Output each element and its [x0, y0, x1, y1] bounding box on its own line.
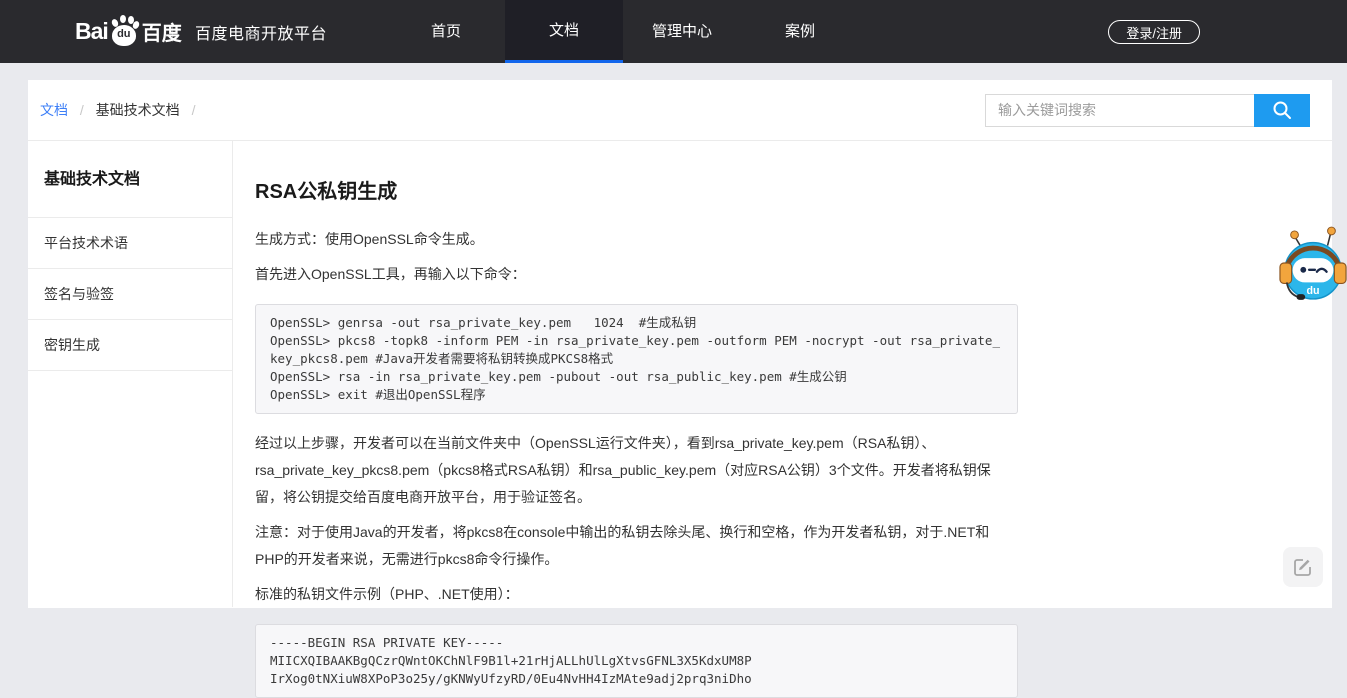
breadcrumb-separator: / [192, 102, 196, 118]
breadcrumb-basic-tech-docs[interactable]: 基础技术文档 [96, 102, 180, 118]
logo-text-bai: Bai [75, 18, 108, 45]
code-block-openssl-commands: OpenSSL> genrsa -out rsa_private_key.pem… [255, 304, 1018, 414]
search-icon [1271, 99, 1293, 121]
sidebar-title: 基础技术文档 [28, 141, 232, 218]
sidebar-item-platform-terms[interactable]: 平台技术术语 [28, 218, 232, 269]
paragraph-example-label: 标准的私钥文件示例（PHP、.NET使用）： [255, 581, 1018, 608]
search-button[interactable] [1254, 94, 1310, 127]
login-register-button[interactable]: 登录/注册 [1108, 20, 1200, 44]
doc-main: RSA公私钥生成 生成方式：使用OpenSSL命令生成。 首先进入OpenSSL… [233, 141, 1018, 607]
logo-divider: ｜ [163, 18, 182, 45]
nav-tab-home[interactable]: 首页 [387, 0, 505, 63]
robot-du-label: du [1306, 285, 1319, 297]
paragraph-steps-result: 经过以上步骤，开发者可以在当前文件夹中（OpenSSL运行文件夹），看到rsa_… [255, 430, 1018, 511]
search-bar [985, 94, 1310, 127]
paragraph-java-note: 注意：对于使用Java的开发者，将pkcs8在console中输出的私钥去除头尾… [255, 519, 1018, 573]
breadcrumb-separator: / [80, 102, 84, 118]
paragraph-openssl-intro: 首先进入OpenSSL工具，再输入以下命令： [255, 261, 1018, 288]
baidu-paw-icon: du [109, 15, 139, 49]
code-block-private-key-example: -----BEGIN RSA PRIVATE KEY----- MIICXQIB… [255, 624, 1018, 698]
main-nav: 首页 文档 管理中心 案例 [387, 0, 859, 63]
search-input[interactable] [985, 94, 1254, 127]
content-container: 文档 / 基础技术文档 / 基础技术文档 平台技术术语 签名与验签 密钥生成 R… [28, 80, 1332, 608]
sidebar-item-sign-and-verify[interactable]: 签名与验签 [28, 269, 232, 320]
body-row: 基础技术文档 平台技术术语 签名与验签 密钥生成 RSA公私钥生成 生成方式：使… [28, 141, 1332, 607]
logo-text-du: du [109, 28, 139, 40]
nav-tab-cases[interactable]: 案例 [741, 0, 859, 63]
paragraph-generation-method: 生成方式：使用OpenSSL命令生成。 [255, 226, 1018, 253]
page-title: RSA公私钥生成 [255, 175, 1018, 204]
customer-service-robot[interactable]: du [1279, 222, 1347, 304]
breadcrumb: 文档 / 基础技术文档 / [40, 100, 203, 120]
top-navbar: Bai du 百度 ｜ 百度电商开放平台 首页 文档 管理中心 案例 登录/注册 [0, 0, 1347, 63]
nav-tab-management-center[interactable]: 管理中心 [623, 0, 741, 63]
site-name: 百度电商开放平台 [195, 20, 327, 44]
nav-tab-docs[interactable]: 文档 [505, 0, 623, 63]
edit-icon [1292, 556, 1314, 578]
brand-group: ｜ 百度电商开放平台 [150, 0, 327, 63]
breadcrumb-docs-link[interactable]: 文档 [40, 102, 68, 118]
robot-mascot-icon: du [1279, 222, 1347, 304]
sidebar: 基础技术文档 平台技术术语 签名与验签 密钥生成 [28, 141, 233, 607]
feedback-edit-button[interactable] [1283, 547, 1323, 587]
sidebar-item-key-generation[interactable]: 密钥生成 [28, 320, 232, 371]
page-header-row: 文档 / 基础技术文档 / [28, 80, 1332, 141]
